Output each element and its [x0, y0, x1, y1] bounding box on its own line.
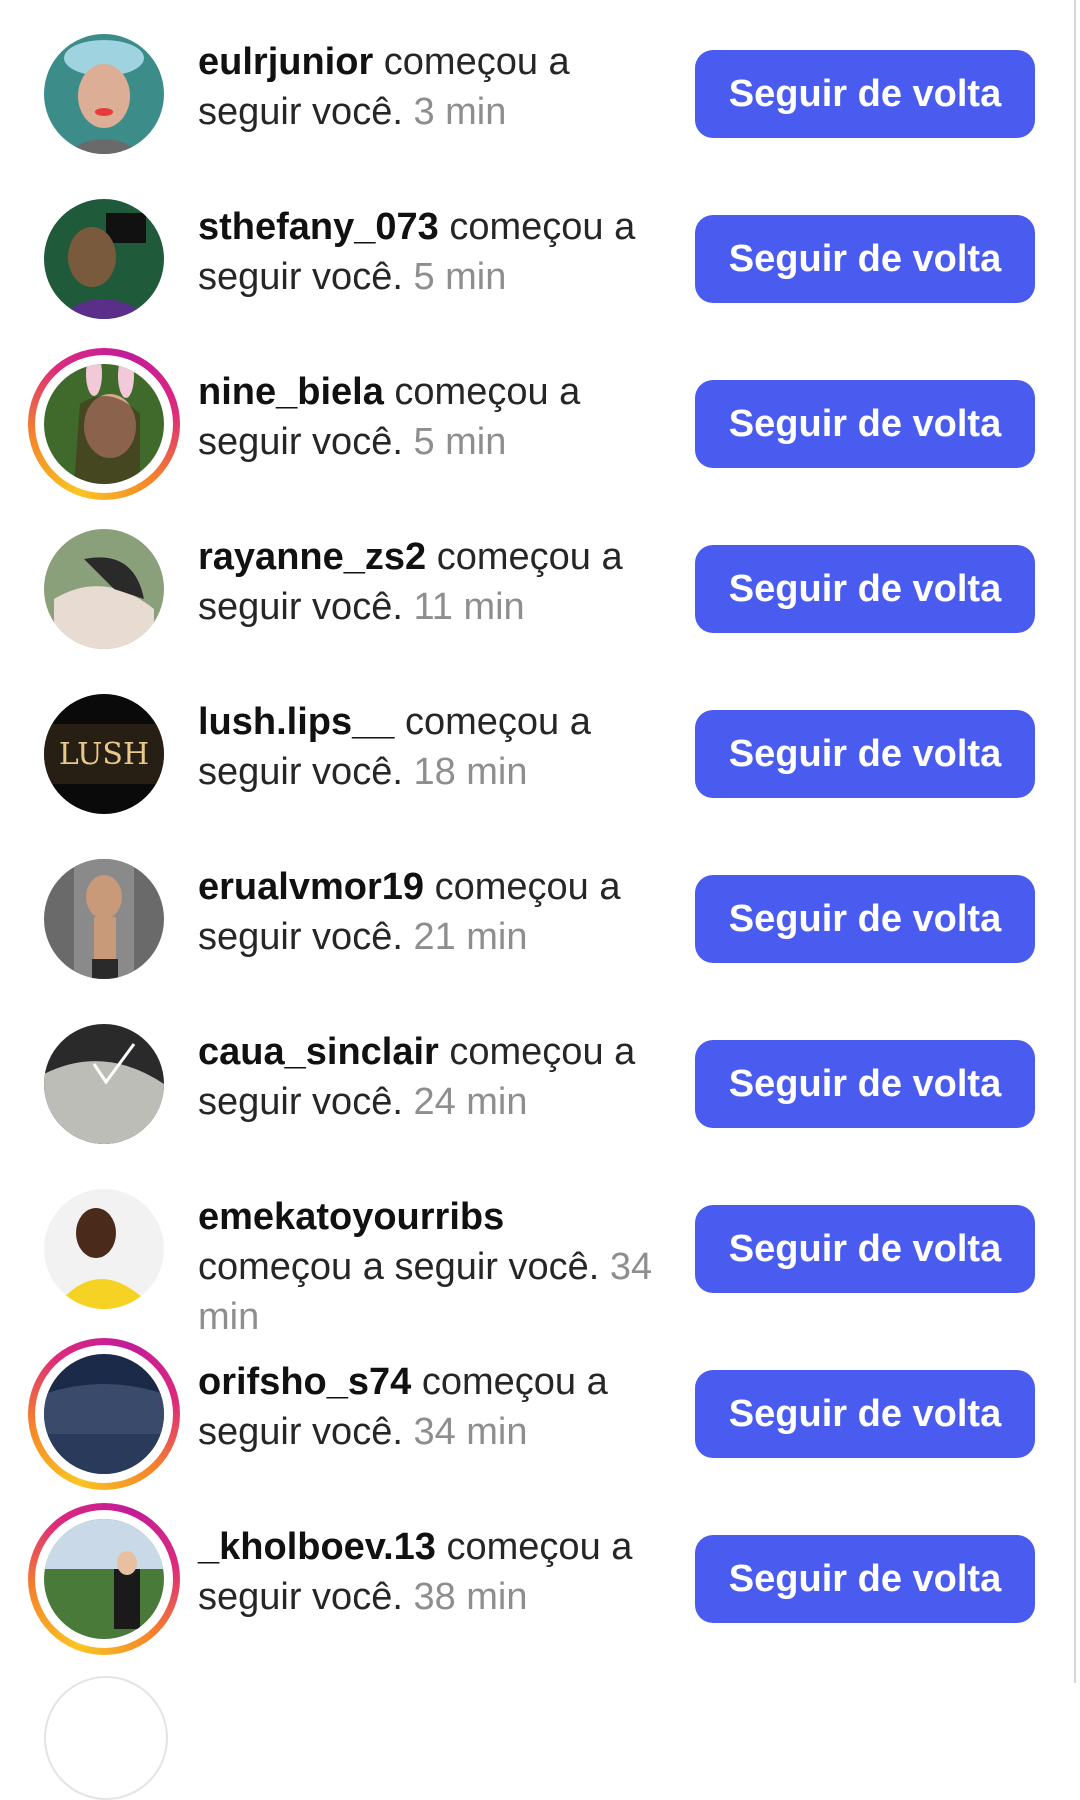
avatar-logo-text: LUSH: [59, 737, 149, 772]
notification-text: _kholboev.13 começou a seguir você. 38 m…: [198, 1522, 668, 1622]
username[interactable]: erualvmor19: [198, 866, 424, 908]
notification-text: rayanne_zs2 começou a seguir você. 11 mi…: [198, 532, 668, 632]
notification-text: caua_sinclair começou a seguir você. 24 …: [198, 1027, 668, 1127]
notification-row[interactable]: LUSH lush.lips__ começou a seguir você. …: [0, 683, 1060, 823]
username[interactable]: orifsho_s74: [198, 1361, 411, 1403]
username[interactable]: emekatoyourribs: [198, 1196, 504, 1238]
notification-row[interactable]: nine_biela começou a seguir você. 5 min …: [0, 348, 1060, 500]
notification-text: erualvmor19 começou a seguir você. 21 mi…: [198, 862, 668, 962]
username[interactable]: rayanne_zs2: [198, 536, 426, 578]
follow-back-button[interactable]: Seguir de volta: [695, 380, 1035, 468]
notification-row[interactable]: erualvmor19 começou a seguir você. 21 mi…: [0, 848, 1060, 988]
avatar-image: [44, 34, 164, 154]
timestamp: 18 min: [402, 751, 528, 793]
avatar[interactable]: [44, 1676, 168, 1800]
notification-row[interactable]: orifsho_s74 começou a seguir você. 34 mi…: [0, 1338, 1060, 1490]
follow-back-button[interactable]: Seguir de volta: [695, 50, 1035, 138]
timestamp: 11 min: [402, 586, 525, 628]
story-ring[interactable]: [28, 348, 180, 500]
follow-back-button[interactable]: Seguir de volta: [695, 1040, 1035, 1128]
timestamp: 3 min: [402, 91, 507, 133]
timestamp: 5 min: [402, 256, 507, 298]
timestamp: 34 min: [402, 1411, 528, 1453]
follow-back-button[interactable]: Seguir de volta: [695, 215, 1035, 303]
follow-back-button[interactable]: Seguir de volta: [695, 875, 1035, 963]
username[interactable]: lush.lips__: [198, 701, 394, 743]
timestamp: 5 min: [402, 421, 507, 463]
notification-text: nine_biela começou a seguir você. 5 min: [198, 367, 668, 467]
username[interactable]: nine_biela: [198, 371, 384, 413]
avatar-image: [44, 1024, 164, 1144]
follow-back-button[interactable]: Seguir de volta: [695, 545, 1035, 633]
story-ring[interactable]: [28, 1503, 180, 1655]
follow-back-button[interactable]: Seguir de volta: [695, 1535, 1035, 1623]
avatar-image: [44, 199, 164, 319]
notification-text: eulrjunior começou a seguir você. 3 min: [198, 37, 668, 137]
avatar-image: [44, 859, 164, 979]
avatar[interactable]: [44, 1189, 164, 1309]
avatar[interactable]: LUSH: [44, 694, 164, 814]
avatar-image: LUSH: [44, 694, 164, 814]
follow-back-button[interactable]: Seguir de volta: [695, 1370, 1035, 1458]
avatar-image: [44, 364, 164, 484]
action-text: começou a seguir você.: [198, 1246, 600, 1288]
avatar-image: [44, 1519, 164, 1639]
avatar[interactable]: [44, 34, 164, 154]
story-ring[interactable]: [28, 1338, 180, 1490]
notification-row[interactable]: sthefany_073 começou a seguir você. 5 mi…: [0, 188, 1060, 328]
avatar[interactable]: [44, 1024, 164, 1144]
notification-row[interactable]: rayanne_zs2 começou a seguir você. 11 mi…: [0, 518, 1060, 658]
notification-text: emekatoyourribs começou a seguir você. 3…: [198, 1192, 668, 1342]
timestamp: 21 min: [402, 916, 528, 958]
notification-text: orifsho_s74 começou a seguir você. 34 mi…: [198, 1357, 668, 1457]
follow-back-button[interactable]: Seguir de volta: [695, 710, 1035, 798]
username[interactable]: caua_sinclair: [198, 1031, 439, 1073]
follow-back-button[interactable]: Seguir de volta: [695, 1205, 1035, 1293]
avatar[interactable]: [44, 199, 164, 319]
notification-row[interactable]: eulrjunior começou a seguir você. 3 min …: [0, 23, 1060, 163]
scroll-edge: [1074, 0, 1076, 1683]
notification-text: sthefany_073 começou a seguir você. 5 mi…: [198, 202, 668, 302]
username[interactable]: eulrjunior: [198, 41, 373, 83]
notification-row[interactable]: caua_sinclair começou a seguir você. 24 …: [0, 1013, 1060, 1153]
avatar-image: [44, 1189, 164, 1309]
avatar[interactable]: [44, 529, 164, 649]
timestamp: 38 min: [402, 1576, 528, 1618]
notification-row[interactable]: _kholboev.13 começou a seguir você. 38 m…: [0, 1503, 1060, 1655]
username[interactable]: sthefany_073: [198, 206, 439, 248]
avatar-image: [44, 529, 164, 649]
username[interactable]: _kholboev.13: [198, 1526, 436, 1568]
avatar[interactable]: [44, 859, 164, 979]
notification-text: lush.lips__ começou a seguir você. 18 mi…: [198, 697, 668, 797]
notification-row[interactable]: emekatoyourribs começou a seguir você. 3…: [0, 1178, 1060, 1338]
avatar-image: [44, 1354, 164, 1474]
timestamp: 24 min: [402, 1081, 528, 1123]
